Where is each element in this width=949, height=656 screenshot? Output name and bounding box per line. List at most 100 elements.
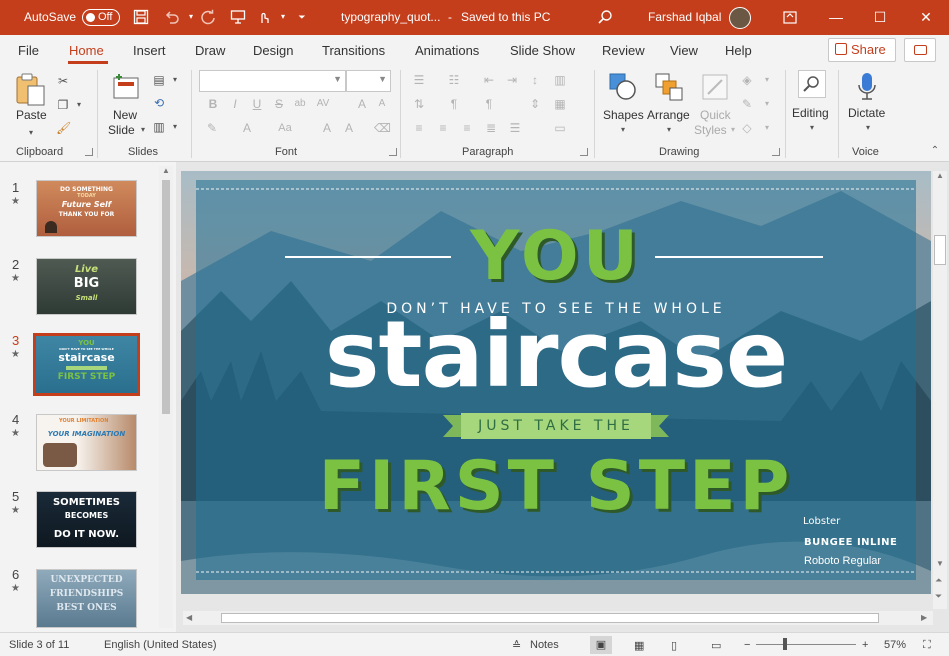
tab-animations[interactable]: Animations	[415, 43, 479, 58]
justify-icon[interactable]: ≣	[484, 121, 498, 135]
clipboard-launcher-icon[interactable]	[85, 148, 93, 156]
paste-label[interactable]: Paste	[16, 108, 47, 122]
strikethrough-icon[interactable]: S	[272, 97, 286, 111]
editor-horizontal-scrollbar[interactable]: ◀ ▶	[183, 611, 933, 625]
dictate-dropdown-icon[interactable]: ▾	[861, 121, 875, 135]
font-note-roboto[interactable]: Roboto Regular	[804, 555, 881, 567]
quick-styles-label-2[interactable]: Styles	[694, 123, 727, 137]
align-left-icon[interactable]: ≡	[412, 121, 426, 135]
share-button[interactable]: Share	[828, 38, 896, 62]
editor-vertical-scrollbar[interactable]: ▲ ▼ ⏶ ⏷	[933, 171, 947, 609]
arrange-icon[interactable]	[654, 72, 684, 105]
clear-formatting-icon[interactable]: ⌫	[374, 121, 391, 135]
slide-thumbnail-2[interactable]: Live BIG Small	[36, 258, 137, 315]
tab-transitions[interactable]: Transitions	[322, 43, 385, 58]
shape-effects-icon[interactable]: ◇	[740, 121, 754, 135]
layout-dropdown-icon[interactable]: ▾	[168, 73, 182, 87]
tab-review[interactable]: Review	[602, 43, 645, 58]
save-icon[interactable]	[133, 9, 149, 25]
decrease-font-icon[interactable]: A	[375, 97, 389, 111]
redo-icon[interactable]	[200, 9, 216, 25]
scroll-down-icon[interactable]: ▼	[936, 559, 944, 568]
quick-styles-icon[interactable]	[700, 72, 730, 105]
columns-icon[interactable]: ▥	[553, 73, 567, 87]
reading-view-icon[interactable]: ▯	[671, 639, 677, 652]
layout-icon[interactable]: ▤	[152, 73, 166, 87]
tab-file[interactable]: File	[18, 43, 39, 58]
section-icon[interactable]: ▥	[152, 120, 166, 134]
font-launcher-icon[interactable]	[389, 148, 397, 156]
maximize-icon[interactable]: ☐	[857, 0, 903, 35]
slide-title-you[interactable]: YOU	[181, 223, 931, 291]
slide-thumbnail-3[interactable]: YOU DON'T HAVE TO SEE THE WHOLE staircas…	[33, 333, 140, 396]
paragraph-spacing-icon[interactable]: ▭	[553, 121, 567, 135]
fit-to-window-icon[interactable]: ⛶	[923, 639, 931, 652]
previous-slide-icon[interactable]: ⏶	[935, 575, 942, 586]
undo-icon[interactable]	[164, 9, 180, 25]
copy-dropdown-icon[interactable]: ▾	[72, 98, 86, 112]
chevron-down-icon[interactable]: ▾	[760, 97, 774, 111]
slide-thumbnail-1[interactable]: DO SOMETHING TODAY Future Self THANK YOU…	[36, 180, 137, 237]
editing-label[interactable]: Editing	[792, 106, 829, 120]
tab-help[interactable]: Help	[725, 43, 752, 58]
underline-icon[interactable]: U	[250, 97, 264, 111]
quick-styles-label-1[interactable]: Quick	[700, 108, 731, 122]
qat-more-icon[interactable]: ▾	[275, 9, 291, 25]
slide-staircase[interactable]: staircase	[181, 309, 931, 401]
touch-mode-icon[interactable]	[256, 9, 272, 25]
slide-thumbnail-6[interactable]: UNEXPECTED FRIENDSHIPS BEST ONES	[36, 569, 137, 628]
quick-styles-dropdown-icon[interactable]: ▾	[726, 123, 740, 137]
normal-view-icon[interactable]: ▣	[590, 636, 612, 654]
tab-slide-show[interactable]: Slide Show	[510, 43, 575, 58]
paste-icon[interactable]	[14, 72, 46, 109]
shapes-label[interactable]: Shapes	[603, 108, 644, 122]
arrange-label[interactable]: Arrange	[647, 108, 690, 122]
text-effects-icon[interactable]: A	[320, 121, 334, 135]
align-text-icon[interactable]: ⇕	[528, 97, 542, 111]
cut-icon[interactable]: ✂	[56, 74, 70, 88]
slide-sorter-icon[interactable]: ▦	[634, 639, 644, 652]
user-avatar[interactable]	[729, 7, 751, 29]
collapse-ribbon-icon[interactable]: ⌃	[928, 144, 942, 158]
qat-customize-icon[interactable]: ⏷	[294, 9, 310, 25]
new-slide-label-2[interactable]: Slide	[108, 123, 135, 137]
notes-icon[interactable]: ≙	[512, 639, 521, 652]
scroll-left-icon[interactable]: ◀	[186, 613, 192, 622]
increase-indent-icon[interactable]: ⇥	[505, 73, 519, 87]
editing-icon[interactable]	[798, 70, 826, 98]
tab-insert[interactable]: Insert	[133, 43, 166, 58]
scroll-up-icon[interactable]: ▲	[162, 166, 170, 175]
slide-thumbnail-4[interactable]: YOUR LIMITATION YOUR IMAGINATION	[36, 414, 137, 471]
ribbon-display-options-icon[interactable]	[767, 0, 813, 35]
dictate-label[interactable]: Dictate	[848, 106, 885, 120]
new-slide-label-1[interactable]: New	[113, 108, 137, 122]
increase-font-icon[interactable]: A	[355, 97, 369, 111]
drawing-launcher-icon[interactable]	[772, 148, 780, 156]
zoom-in-icon[interactable]: +	[862, 639, 868, 651]
font-size-combo[interactable]: ▼	[346, 70, 391, 92]
format-painter-icon[interactable]: 🖌	[56, 121, 71, 135]
font-note-bungee[interactable]: BUNGEE INLINE	[804, 537, 897, 548]
change-case-icon[interactable]: Aa	[275, 121, 295, 135]
comments-button[interactable]	[904, 38, 936, 62]
slide-thumbnail-5[interactable]: SOMETIMES BECOMES DO IT NOW.	[36, 491, 137, 548]
editing-dropdown-icon[interactable]: ▾	[805, 121, 819, 135]
font-color-icon[interactable]: A	[240, 121, 254, 135]
close-icon[interactable]: ✕	[903, 0, 949, 35]
slide-ribbon-text[interactable]: JUST TAKE THE	[181, 418, 931, 434]
autosave-toggle[interactable]: Off	[82, 9, 120, 26]
scrollbar-thumb[interactable]	[162, 180, 170, 414]
scroll-up-icon[interactable]: ▲	[936, 171, 944, 180]
zoom-slider-track[interactable]	[756, 644, 856, 645]
new-slide-icon[interactable]	[111, 72, 141, 105]
tab-home[interactable]: Home	[69, 43, 104, 58]
new-slide-dropdown-icon[interactable]: ▾	[136, 123, 150, 137]
notes-button[interactable]: Notes	[530, 639, 559, 651]
undo-dropdown-icon[interactable]: ▾	[183, 9, 199, 25]
text-direction-icon[interactable]: ⇅	[412, 97, 426, 111]
smartart-icon[interactable]: ▦	[553, 97, 567, 111]
numbering-icon[interactable]: ☷	[447, 73, 461, 87]
zoom-level[interactable]: 57%	[884, 639, 906, 651]
paste-dropdown-icon[interactable]: ▾	[24, 126, 38, 140]
zoom-slider-thumb[interactable]	[783, 638, 787, 650]
